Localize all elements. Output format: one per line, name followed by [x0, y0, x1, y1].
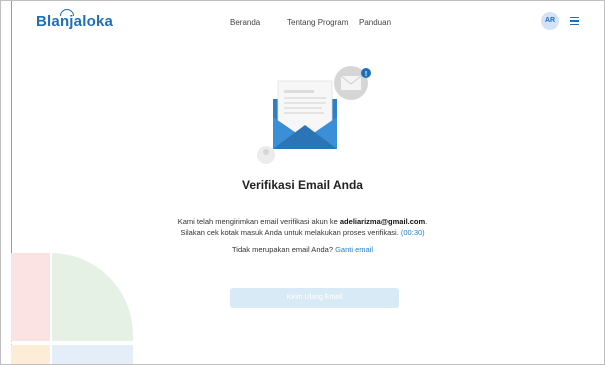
- page-title: Verifikasi Email Anda: [242, 178, 363, 192]
- verification-instructions: Silakan cek kotak masuk Anda untuk melak…: [1, 228, 604, 237]
- message-prefix: Kami telah mengirimkan email verifikasi …: [177, 217, 340, 226]
- svg-text:!: !: [365, 71, 367, 78]
- change-email-link[interactable]: Ganti email: [335, 245, 373, 254]
- hamburger-menu-icon[interactable]: [570, 17, 579, 25]
- email-illustration: !: [247, 59, 377, 169]
- deco-green-quarter: [51, 253, 133, 341]
- brand-logo[interactable]: Blanjaloka: [36, 13, 113, 30]
- deco-orange-block: [11, 345, 51, 364]
- nav-panduan[interactable]: Panduan: [359, 18, 391, 27]
- deco-blue-block: [51, 345, 133, 364]
- verification-message: Kami telah mengirimkan email verifikasi …: [1, 217, 604, 226]
- instruction-text: Silakan cek kotak masuk Anda untuk melak…: [180, 228, 399, 237]
- resend-email-button[interactable]: Kirim Ulang Email: [230, 288, 399, 308]
- top-navbar: Blanjaloka Beranda Tentang Program Pandu…: [1, 1, 604, 41]
- wrong-email-prompt: Tidak merupakan email Anda? Ganti email: [1, 245, 604, 254]
- message-suffix: .: [425, 217, 428, 226]
- user-avatar[interactable]: AR: [541, 12, 559, 30]
- countdown-timer: (00:30): [400, 228, 425, 237]
- decorative-background-shapes: [11, 253, 191, 364]
- user-email: adeliarizma@gmail.com: [339, 217, 426, 226]
- nav-beranda[interactable]: Beranda: [230, 18, 260, 27]
- deco-pink-block: [11, 253, 51, 341]
- page-frame: Blanjaloka Beranda Tentang Program Pandu…: [0, 0, 605, 365]
- nav-tentang-program[interactable]: Tentang Program: [287, 18, 348, 27]
- wrong-email-text: Tidak merupakan email Anda?: [231, 245, 333, 254]
